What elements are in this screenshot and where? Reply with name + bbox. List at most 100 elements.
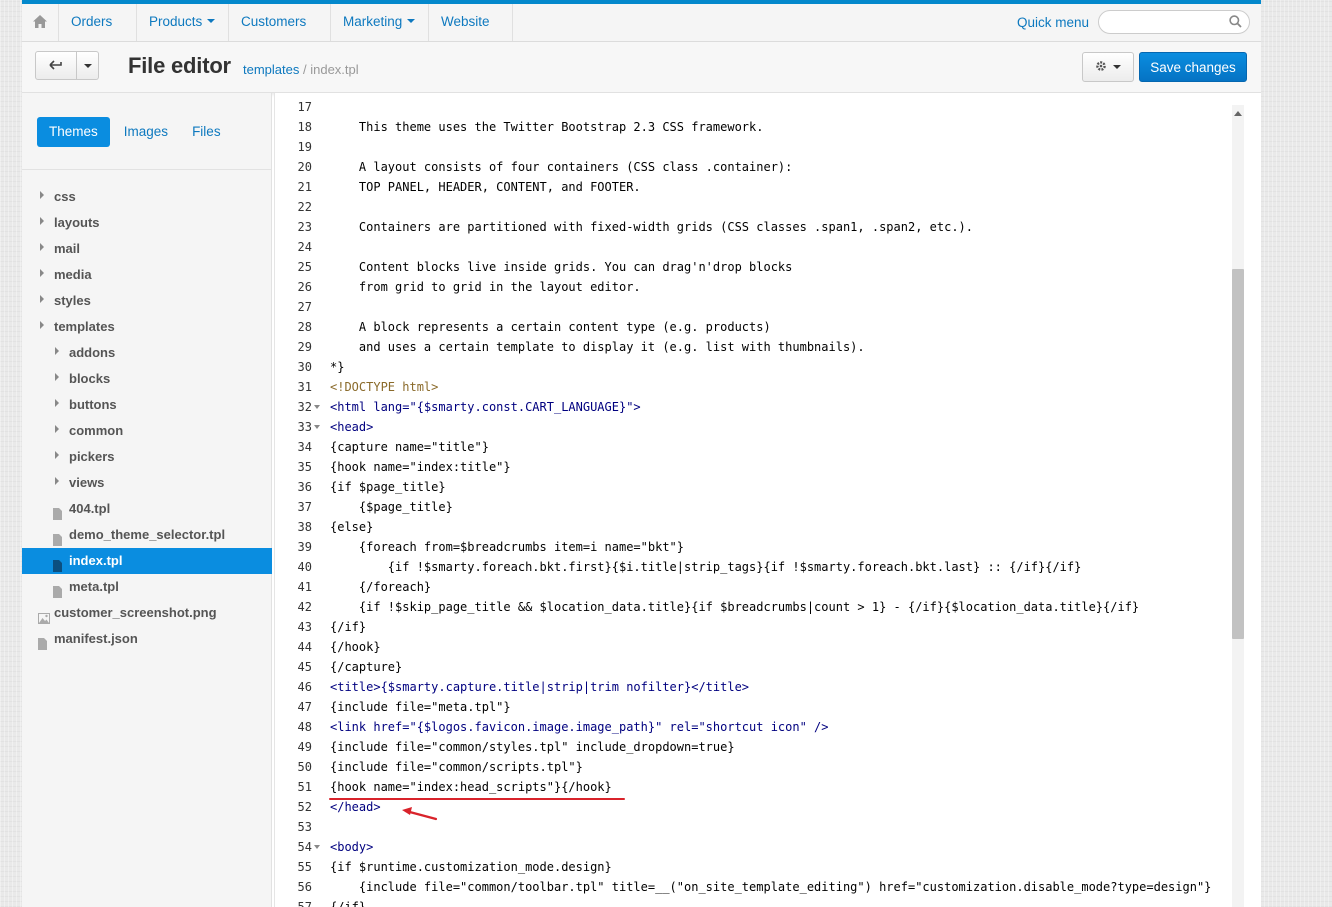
code-line[interactable]: 30 *} [274,357,1224,377]
nav-customers[interactable]: Customers [229,4,331,59]
code-line[interactable]: 24 [274,237,1224,257]
tree-item-blocks[interactable]: blocks [22,366,272,392]
tree-item-media[interactable]: media [22,262,272,288]
code-line[interactable]: 48 <link href="{$logos.favicon.image.imag… [274,717,1224,737]
tab-themes[interactable]: Themes [37,117,110,147]
code-line[interactable]: 40 {if !$smarty.foreach.bkt.first}{$i.ti… [274,557,1224,577]
tab-files[interactable]: Files [180,117,233,147]
tab-images[interactable]: Images [112,117,180,147]
code-line[interactable]: 51 {hook name="index:head_scripts"}{/hook… [274,777,1224,797]
code-line[interactable]: 37 {$page_title} [274,497,1224,517]
editor-scrollbar-thumb[interactable] [1232,269,1244,639]
tree-item-pickers[interactable]: pickers [22,444,272,470]
code-line[interactable]: 28 A block represents a certain content … [274,317,1224,337]
code-line[interactable]: 44 {/hook} [274,637,1224,657]
search-field[interactable] [1098,10,1250,34]
back-dropdown-toggle[interactable] [77,51,99,80]
fold-arrow-icon[interactable] [314,845,320,849]
expand-arrow-icon[interactable] [55,399,59,407]
tree-item-css[interactable]: css [22,184,272,210]
code-line[interactable]: 19 [274,137,1224,157]
caret-down-icon [83,63,92,68]
code-line[interactable]: 34 {capture name="title"} [274,437,1224,457]
code-line[interactable]: 39 {foreach from=$breadcrumbs item=i nam… [274,537,1224,557]
code-line[interactable]: 22 [274,197,1224,217]
nav-products[interactable]: Products [137,4,229,41]
tree-item-buttons[interactable]: buttons [22,392,272,418]
nav-marketing[interactable]: Marketing [331,4,429,41]
tree-item-styles[interactable]: styles [22,288,272,314]
quick-menu-link[interactable]: Quick menu [1017,4,1089,41]
search-icon[interactable] [1229,15,1242,31]
code-line[interactable]: 21 TOP PANEL, HEADER, CONTENT, and FOOTE… [274,177,1224,197]
code-line[interactable]: 26 from grid to grid in the layout edito… [274,277,1224,297]
code-line[interactable]: 25 Content blocks live inside grids. You… [274,257,1224,277]
tree-item-addons[interactable]: addons [22,340,272,366]
code-line[interactable]: 38 {else} [274,517,1224,537]
code-line[interactable]: 23 Containers are partitioned with fixed… [274,217,1224,237]
code-line[interactable]: 57 {/if} [274,897,1224,907]
expand-arrow-icon[interactable] [40,243,44,251]
code-line[interactable]: 36 {if $page_title} [274,477,1224,497]
nav-orders[interactable]: Orders [59,4,137,59]
code-line[interactable]: 20 A layout consists of four containers … [274,157,1224,177]
tree-item-demo-theme-selector-tpl[interactable]: demo_theme_selector.tpl [22,522,272,548]
code-line[interactable]: 47 {include file="meta.tpl"} [274,697,1224,717]
expand-arrow-icon[interactable] [40,321,44,329]
line-number: 55 [297,860,312,874]
tree-item-mail[interactable]: mail [22,236,272,262]
code-line[interactable]: 49 {include file="common/styles.tpl" incl… [274,737,1224,757]
code-line[interactable]: 46 <title>{$smarty.capture.title|strip|tr… [274,677,1224,697]
code-line[interactable]: 27 [274,297,1224,317]
tree-item-meta-tpl[interactable]: meta.tpl [22,574,272,600]
back-button[interactable] [35,51,77,80]
code-line[interactable]: 33 <head> [274,417,1224,437]
code-line[interactable]: 18 This theme uses the Twitter Bootstrap… [274,117,1224,137]
code-line[interactable]: 35 {hook name="index:title"} [274,457,1224,477]
code-line[interactable]: 55 {if $runtime.customization_mode.design… [274,857,1224,877]
expand-arrow-icon[interactable] [40,295,44,303]
nav-website[interactable]: Website [429,4,513,59]
settings-dropdown-button[interactable] [1082,52,1134,82]
code-line[interactable]: 29 and uses a certain template to displa… [274,337,1224,357]
save-changes-button[interactable]: Save changes [1139,52,1247,82]
code-line[interactable]: 43 {/if} [274,617,1224,637]
code-line[interactable]: 50 {include file="common/scripts.tpl"} [274,757,1224,777]
tree-item-label: css [54,189,76,204]
code-line[interactable]: 56 {include file="common/toolbar.tpl" ti… [274,877,1224,897]
expand-arrow-icon[interactable] [40,269,44,277]
expand-arrow-icon[interactable] [55,477,59,485]
code-line[interactable]: 17 [274,97,1224,117]
tree-item-views[interactable]: views [22,470,272,496]
code-editor[interactable]: 17 18 This theme uses the Twitter Bootstr… [274,93,1261,907]
fold-arrow-icon[interactable] [314,425,320,429]
home-icon [33,14,47,31]
home-button[interactable] [22,4,59,41]
code-line[interactable]: 42 {if !$skip_page_title && $location_da… [274,597,1224,617]
expand-arrow-icon[interactable] [55,347,59,355]
expand-arrow-icon[interactable] [40,191,44,199]
breadcrumb-templates-link[interactable]: templates [243,62,299,77]
code-line[interactable]: 45 {/capture} [274,657,1224,677]
search-input[interactable] [1109,12,1233,34]
expand-arrow-icon[interactable] [55,373,59,381]
fold-arrow-icon[interactable] [314,405,320,409]
code-text: from grid to grid in the layout editor. [330,280,641,294]
scroll-up-icon[interactable] [1234,111,1242,116]
expand-arrow-icon[interactable] [40,217,44,225]
code-line[interactable]: 41 {/foreach} [274,577,1224,597]
tree-item-customer-screenshot-png[interactable]: customer_screenshot.png [22,600,272,626]
expand-arrow-icon[interactable] [55,451,59,459]
code-line[interactable]: 54 <body> [274,837,1224,857]
tree-item-common[interactable]: common [22,418,272,444]
code-text: {/capture} [330,660,403,674]
code-line[interactable]: 32 <html lang="{$smarty.const.CART_LANGUA… [274,397,1224,417]
expand-arrow-icon[interactable] [55,425,59,433]
tree-item-404-tpl[interactable]: 404.tpl [22,496,272,522]
tree-item-templates[interactable]: templates [22,314,272,340]
tree-item-index-tpl[interactable]: index.tpl [22,548,272,574]
tree-item-manifest-json[interactable]: manifest.json [22,626,272,652]
caret-down-icon [207,19,216,24]
code-line[interactable]: 31 <!DOCTYPE html> [274,377,1224,397]
tree-item-layouts[interactable]: layouts [22,210,272,236]
